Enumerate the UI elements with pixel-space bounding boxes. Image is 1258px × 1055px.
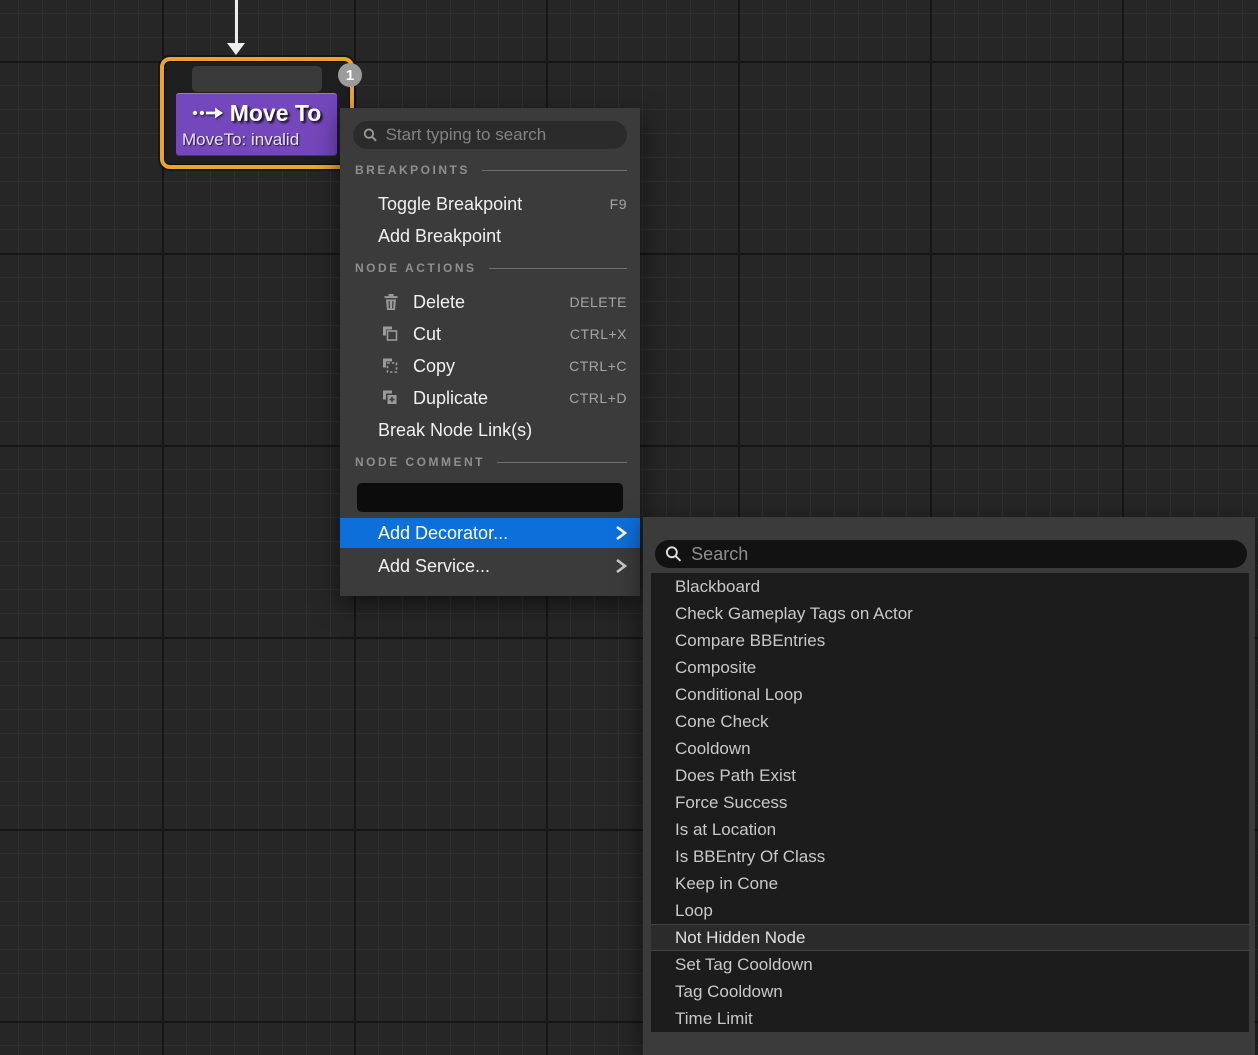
decorator-item[interactable]: Cone Check [651, 708, 1249, 735]
decorator-item[interactable]: Keep in Cone [651, 870, 1249, 897]
decorator-item[interactable]: Conditional Loop [651, 681, 1249, 708]
decorator-search-input[interactable] [691, 544, 1237, 565]
chevron-right-icon [614, 525, 628, 541]
menu-item-copy[interactable]: Copy CTRL+C [340, 350, 640, 382]
move-to-node-body[interactable]: Move To MoveTo: invalid [176, 93, 337, 156]
decorator-item[interactable]: Set Tag Cooldown [651, 951, 1249, 978]
context-menu-search[interactable] [353, 121, 627, 149]
execution-wire [235, 0, 238, 44]
decorator-item[interactable]: Is at Location [651, 816, 1249, 843]
node-subtitle: MoveTo: invalid [176, 129, 337, 151]
node-index-badge: 1 [338, 63, 362, 87]
search-icon [665, 545, 682, 563]
menu-item-add-breakpoint[interactable]: Add Breakpoint [340, 220, 640, 252]
node-comment-input[interactable] [357, 483, 623, 512]
graph-canvas[interactable]: Move To MoveTo: invalid 1 BREAKPOINTS To… [0, 0, 1258, 1055]
section-header-node-comment: NODE COMMENT [355, 454, 627, 470]
section-header-node-actions: NODE ACTIONS [355, 260, 627, 276]
menu-item-add-decorator[interactable]: Add Decorator... [340, 518, 640, 548]
search-icon [363, 127, 378, 143]
menu-item-add-service[interactable]: Add Service... [340, 550, 640, 582]
trash-icon [382, 294, 399, 311]
decorator-item[interactable]: Cooldown [651, 735, 1249, 762]
decorator-item[interactable]: Blackboard [651, 573, 1249, 600]
node-context-menu: BREAKPOINTS Toggle Breakpoint F9 Add Bre… [340, 108, 640, 596]
decorator-item[interactable]: Force Success [651, 789, 1249, 816]
chevron-right-icon [614, 558, 628, 574]
node-name-plate [192, 66, 322, 92]
menu-item-duplicate[interactable]: Duplicate CTRL+D [340, 382, 640, 414]
decorator-item[interactable]: Is BBEntry Of Class [651, 843, 1249, 870]
node-title: Move To [230, 100, 322, 127]
execution-arrow-icon [227, 43, 245, 55]
move-to-task-icon [192, 106, 224, 120]
copy-icon [382, 358, 399, 375]
duplicate-icon [382, 390, 399, 407]
context-menu-search-input[interactable] [386, 125, 617, 145]
decorator-item[interactable]: Compare BBEntries [651, 627, 1249, 654]
menu-item-break-node-links[interactable]: Break Node Link(s) [340, 414, 640, 446]
decorator-item-hovered[interactable]: Not Hidden Node [651, 924, 1249, 951]
menu-item-toggle-breakpoint[interactable]: Toggle Breakpoint F9 [340, 188, 640, 220]
decorator-item[interactable]: Does Path Exist [651, 762, 1249, 789]
cut-icon [382, 326, 399, 343]
decorator-item[interactable]: Composite [651, 654, 1249, 681]
decorator-search[interactable] [655, 540, 1247, 568]
move-to-node[interactable]: Move To MoveTo: invalid [160, 57, 354, 169]
decorator-item[interactable]: Check Gameplay Tags on Actor [651, 600, 1249, 627]
decorator-item[interactable]: Tag Cooldown [651, 978, 1249, 1005]
menu-item-delete[interactable]: Delete DELETE [340, 286, 640, 318]
add-decorator-submenu: Blackboard Check Gameplay Tags on Actor … [643, 517, 1255, 1055]
decorator-list: Blackboard Check Gameplay Tags on Actor … [651, 573, 1249, 1032]
decorator-item[interactable]: Loop [651, 897, 1249, 924]
section-header-breakpoints: BREAKPOINTS [355, 162, 627, 178]
menu-item-cut[interactable]: Cut CTRL+X [340, 318, 640, 350]
decorator-item[interactable]: Time Limit [651, 1005, 1249, 1032]
